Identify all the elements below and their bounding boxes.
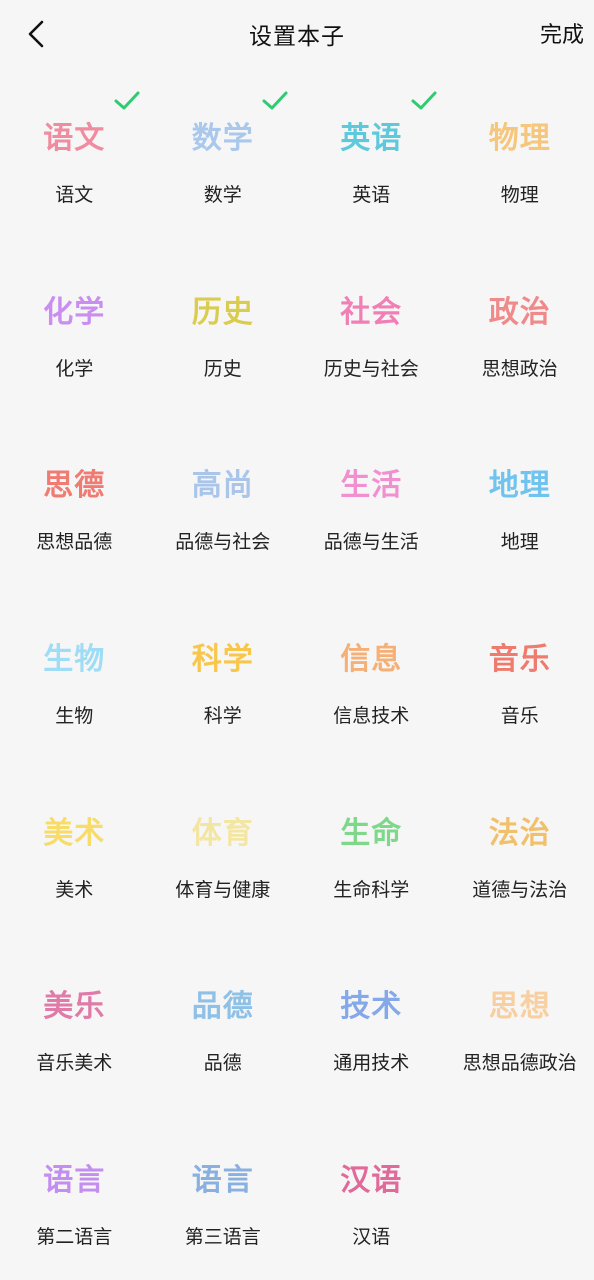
subject-label: 美术	[55, 878, 94, 901]
subject-cover: 汉语	[340, 1163, 403, 1199]
subject-label: 第二语言	[36, 1226, 113, 1249]
subject-cover: 社会	[340, 294, 403, 330]
subject-label: 生物	[55, 705, 94, 728]
subject-item[interactable]: 高尚 品德与社会	[149, 431, 298, 605]
subject-item[interactable]: 信息 信息技术	[297, 605, 446, 779]
subject-label: 英语	[352, 184, 391, 206]
subject-item[interactable]: 化学 化学	[0, 258, 149, 432]
subject-label: 地理	[500, 531, 539, 554]
subject-cover: 技术	[340, 989, 403, 1025]
subject-cover: 美术	[43, 815, 106, 851]
subject-label: 信息技术	[333, 705, 410, 728]
subject-cover: 思德	[43, 468, 106, 504]
subject-item[interactable]: 美术 美术	[0, 779, 149, 953]
subject-item[interactable]: 生物 生物	[0, 605, 149, 779]
top-bar: 设置本子 完成	[0, 0, 594, 68]
subject-item[interactable]: 美乐 音乐美术	[0, 952, 149, 1126]
subject-item[interactable]: 思想 思想品德政治	[446, 952, 594, 1126]
subject-cover: 法治	[488, 815, 551, 851]
subject-label: 历史与社会	[323, 357, 419, 380]
subject-cover: 数学	[191, 121, 254, 156]
subject-item[interactable]: 科学 科学	[149, 605, 298, 779]
subject-label: 品德	[203, 1052, 242, 1075]
subject-cover: 生命	[340, 815, 403, 851]
subject-cover: 音乐	[488, 642, 551, 678]
subject-cover: 品德	[191, 989, 254, 1025]
subject-cover: 地理	[488, 468, 551, 504]
subject-item[interactable]: 思德 思想品德	[0, 431, 149, 605]
subject-item[interactable]: 物理 物理	[446, 84, 594, 258]
subject-cover: 科学	[191, 642, 254, 678]
subject-cover: 思想	[488, 989, 551, 1025]
subject-label: 汉语	[352, 1226, 391, 1249]
subject-item[interactable]: 品德 品德	[149, 952, 298, 1126]
checkmark-icon	[114, 91, 139, 110]
subject-cover: 体育	[191, 815, 254, 851]
subject-label: 数学	[203, 184, 242, 206]
subject-item[interactable]: 汉语 汉语	[297, 1126, 446, 1280]
subject-label: 品德与生活	[323, 531, 419, 554]
subject-item[interactable]: 技术 通用技术	[297, 952, 446, 1126]
subject-cover: 语文	[43, 121, 106, 156]
subject-cover: 历史	[191, 294, 254, 330]
subject-item[interactable]: 数学 数学	[149, 84, 298, 258]
subject-item[interactable]: 语文 语文	[0, 84, 149, 258]
subject-label: 语文	[55, 184, 94, 206]
page-title: 设置本子	[249, 24, 345, 50]
back-button[interactable]	[16, 14, 56, 54]
subject-cover: 英语	[340, 121, 403, 156]
subject-item[interactable]: 英语 英语	[297, 84, 446, 258]
subject-label: 思想品德政治	[462, 1052, 577, 1075]
done-button[interactable]: 完成	[540, 17, 584, 49]
subject-cover: 化学	[43, 294, 106, 330]
subject-label: 第三语言	[184, 1226, 261, 1249]
subject-label: 思想品德	[36, 531, 113, 554]
subject-label: 音乐美术	[36, 1052, 113, 1075]
subject-item[interactable]: 生活 品德与生活	[297, 431, 446, 605]
subject-cover: 语言	[191, 1163, 254, 1199]
subject-item[interactable]: 法治 道德与法治	[446, 779, 594, 953]
subject-label: 音乐	[500, 705, 539, 728]
subject-cover: 生物	[43, 642, 106, 678]
subject-item[interactable]: 生命 生命科学	[297, 779, 446, 953]
subject-label: 体育与健康	[175, 878, 271, 901]
chevron-left-icon	[28, 20, 44, 48]
subject-item[interactable]: 音乐 音乐	[446, 605, 594, 779]
subject-item[interactable]: 语言 第三语言	[149, 1126, 298, 1280]
checkmark-icon	[262, 91, 288, 110]
subject-cover: 语言	[43, 1163, 106, 1199]
subject-cover: 政治	[488, 294, 551, 330]
subject-item[interactable]: 地理 地理	[446, 431, 594, 605]
subject-cover: 高尚	[191, 468, 254, 504]
subject-label: 物理	[500, 184, 539, 206]
subject-cover: 生活	[340, 468, 403, 504]
subject-item[interactable]: 语言 第二语言	[0, 1126, 149, 1280]
subject-item[interactable]: 社会 历史与社会	[297, 258, 446, 432]
subject-label: 通用技术	[333, 1052, 410, 1075]
checkmark-icon	[411, 91, 436, 110]
subject-label: 化学	[55, 357, 94, 380]
subject-item[interactable]: 体育 体育与健康	[149, 779, 298, 953]
subject-grid: 语文 语文 数学 数学 英语 英语 物理 物理 化学 化学 历史 历史 社会 历史与社会 政治 思想政治 思德思…	[0, 84, 594, 1280]
subject-label: 品德与社会	[175, 531, 271, 554]
subject-cover: 美乐	[43, 989, 106, 1025]
subject-label: 道德与法治	[472, 878, 568, 901]
subject-label: 生命科学	[333, 878, 410, 901]
subject-item[interactable]: 历史 历史	[149, 258, 298, 432]
subject-label: 思想政治	[481, 357, 558, 380]
subject-cover: 信息	[340, 642, 403, 678]
subject-label: 科学	[203, 705, 242, 728]
subject-label: 历史	[203, 357, 242, 380]
subject-cover: 物理	[488, 121, 551, 156]
notebook-settings-screen: 设置本子 完成 语文 语文 数学 数学 英语 英语 物理 物理 化学 化学 历史 历史 社会 历史与社会政…	[0, 0, 594, 1280]
subject-item[interactable]: 政治 思想政治	[446, 258, 594, 432]
